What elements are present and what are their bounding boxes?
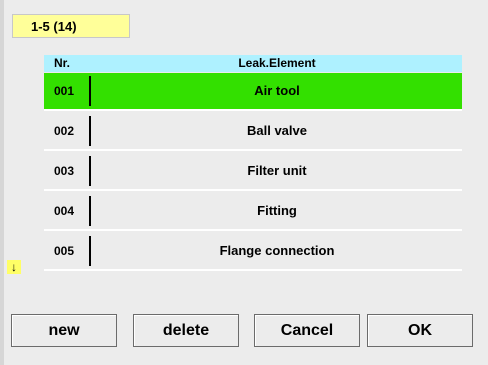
table-row[interactable]: 005 Flange connection — [44, 233, 462, 271]
row-number: 004 — [54, 204, 75, 218]
new-button[interactable]: new — [11, 314, 117, 347]
column-divider — [89, 156, 91, 186]
column-divider — [89, 196, 91, 226]
column-divider — [89, 236, 91, 266]
cancel-button[interactable]: Cancel — [254, 314, 360, 347]
row-number: 002 — [54, 124, 75, 138]
page-range-badge: 1-5 (14) — [12, 14, 130, 38]
ok-button[interactable]: OK — [367, 314, 473, 347]
table-header: Nr. Leak.Element — [44, 55, 462, 72]
column-header-leak-element: Leak.Element — [238, 56, 316, 70]
column-header-nr: Nr. — [54, 56, 71, 70]
row-name: Flange connection — [219, 243, 335, 258]
column-divider — [89, 116, 91, 146]
table-row[interactable]: 004 Fitting — [44, 193, 462, 231]
delete-button[interactable]: delete — [133, 314, 239, 347]
row-name: Filter unit — [247, 163, 307, 178]
row-name: Air tool — [254, 83, 300, 98]
row-number: 003 — [54, 164, 75, 178]
table-row[interactable]: 001 Air tool — [44, 73, 462, 111]
row-number: 001 — [54, 84, 75, 98]
left-border — [0, 0, 4, 365]
row-number: 005 — [54, 244, 75, 258]
table-row[interactable]: 003 Filter unit — [44, 153, 462, 191]
leak-element-dialog: 1-5 (14) Nr. Leak.Element 001 Air tool 0… — [0, 0, 488, 365]
row-name: Ball valve — [247, 123, 307, 138]
arrow-down-icon[interactable]: ↓ — [7, 260, 21, 274]
column-divider — [89, 76, 91, 106]
table-row[interactable]: 002 Ball valve — [44, 113, 462, 151]
row-name: Fitting — [257, 203, 297, 218]
